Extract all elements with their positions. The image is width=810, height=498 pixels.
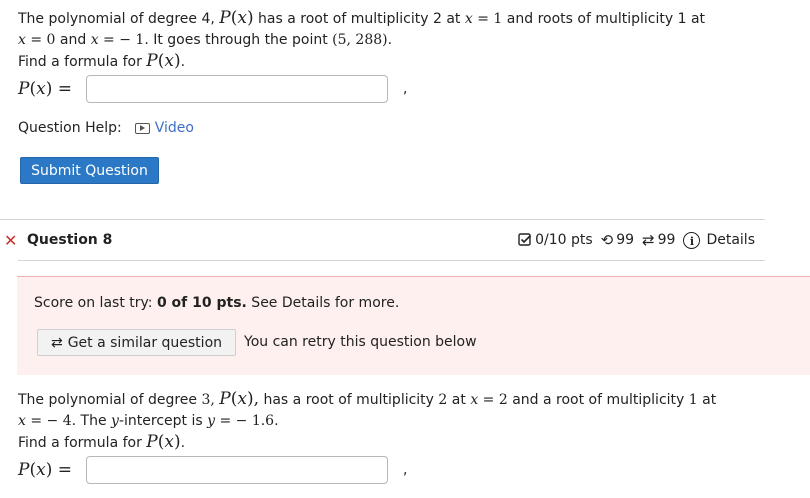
question-title: Question 8 [27, 232, 113, 248]
retry-icon: ⇄ [50, 334, 63, 351]
attempts-count: 99 [657, 232, 676, 248]
video-link[interactable]: Video [134, 120, 194, 136]
score-text: Score on last try: 0 of 10 pts. See Deta… [34, 295, 400, 311]
question7-line3: Find a formula for P(x). [18, 51, 186, 71]
question-meta: 0/10 pts ⟲ 99 ⇄ 99 i Details [510, 231, 755, 249]
divider [0, 219, 765, 220]
close-icon: ✕ [4, 231, 18, 250]
retry-note: You can retry this question below [244, 334, 477, 350]
undo-icon: ⟲ [600, 231, 614, 249]
question8-answer-row: P(x) = , [18, 454, 407, 486]
details-label: Details [706, 232, 755, 248]
question7-text: The polynomial of degree 4, P(x) has a r… [18, 8, 705, 73]
answer-label: P(x) = [18, 79, 72, 99]
divider [18, 260, 765, 261]
submit-question-button[interactable]: Submit Question [20, 157, 159, 184]
answer-input[interactable] [86, 75, 388, 103]
question8-header[interactable]: ✕ Question 8 0/10 pts ⟲ 99 ⇄ 99 i Detail… [0, 222, 765, 260]
points-text: 0/10 pts [535, 232, 593, 248]
question8-text: The polynomial of degree 3, P(x), has a … [18, 389, 716, 454]
retries-count: 99 [616, 232, 635, 248]
details-toggle[interactable]: i Details [683, 231, 755, 249]
question8-line1: The polynomial of degree 3, P(x), has a … [18, 389, 717, 409]
video-label: Video [154, 120, 194, 136]
similar-question-button[interactable]: ⇄ Get a similar question [37, 329, 236, 356]
question7-line2: x = 0 and x = − 1. It goes through the p… [18, 32, 393, 48]
question7-line1: The polynomial of degree 4, P(x) has a r… [18, 8, 706, 28]
answer-label: P(x) = [18, 460, 72, 480]
points-indicator: 0/10 pts [518, 232, 593, 248]
question-help-label: Question Help: [18, 120, 122, 136]
attempts-indicator: ⇄ 99 [642, 231, 675, 249]
retry-icon: ⇄ [642, 231, 655, 249]
video-icon [134, 122, 150, 134]
question8-line2: x = − 4. The y-intercept is y = − 1.6. [18, 413, 279, 429]
question8-line3: Find a formula for P(x). [18, 432, 186, 452]
score-alert: Score on last try: 0 of 10 pts. See Deta… [17, 276, 810, 375]
question7-answer-row: P(x) = , [18, 73, 407, 105]
answer-input[interactable] [86, 456, 388, 484]
similar-question-label: Get a similar question [67, 334, 223, 351]
checkbox-icon [518, 233, 532, 246]
question-help: Question Help: Video [18, 120, 194, 136]
info-icon: i [683, 231, 701, 249]
retries-indicator: ⟲ 99 [601, 231, 634, 249]
